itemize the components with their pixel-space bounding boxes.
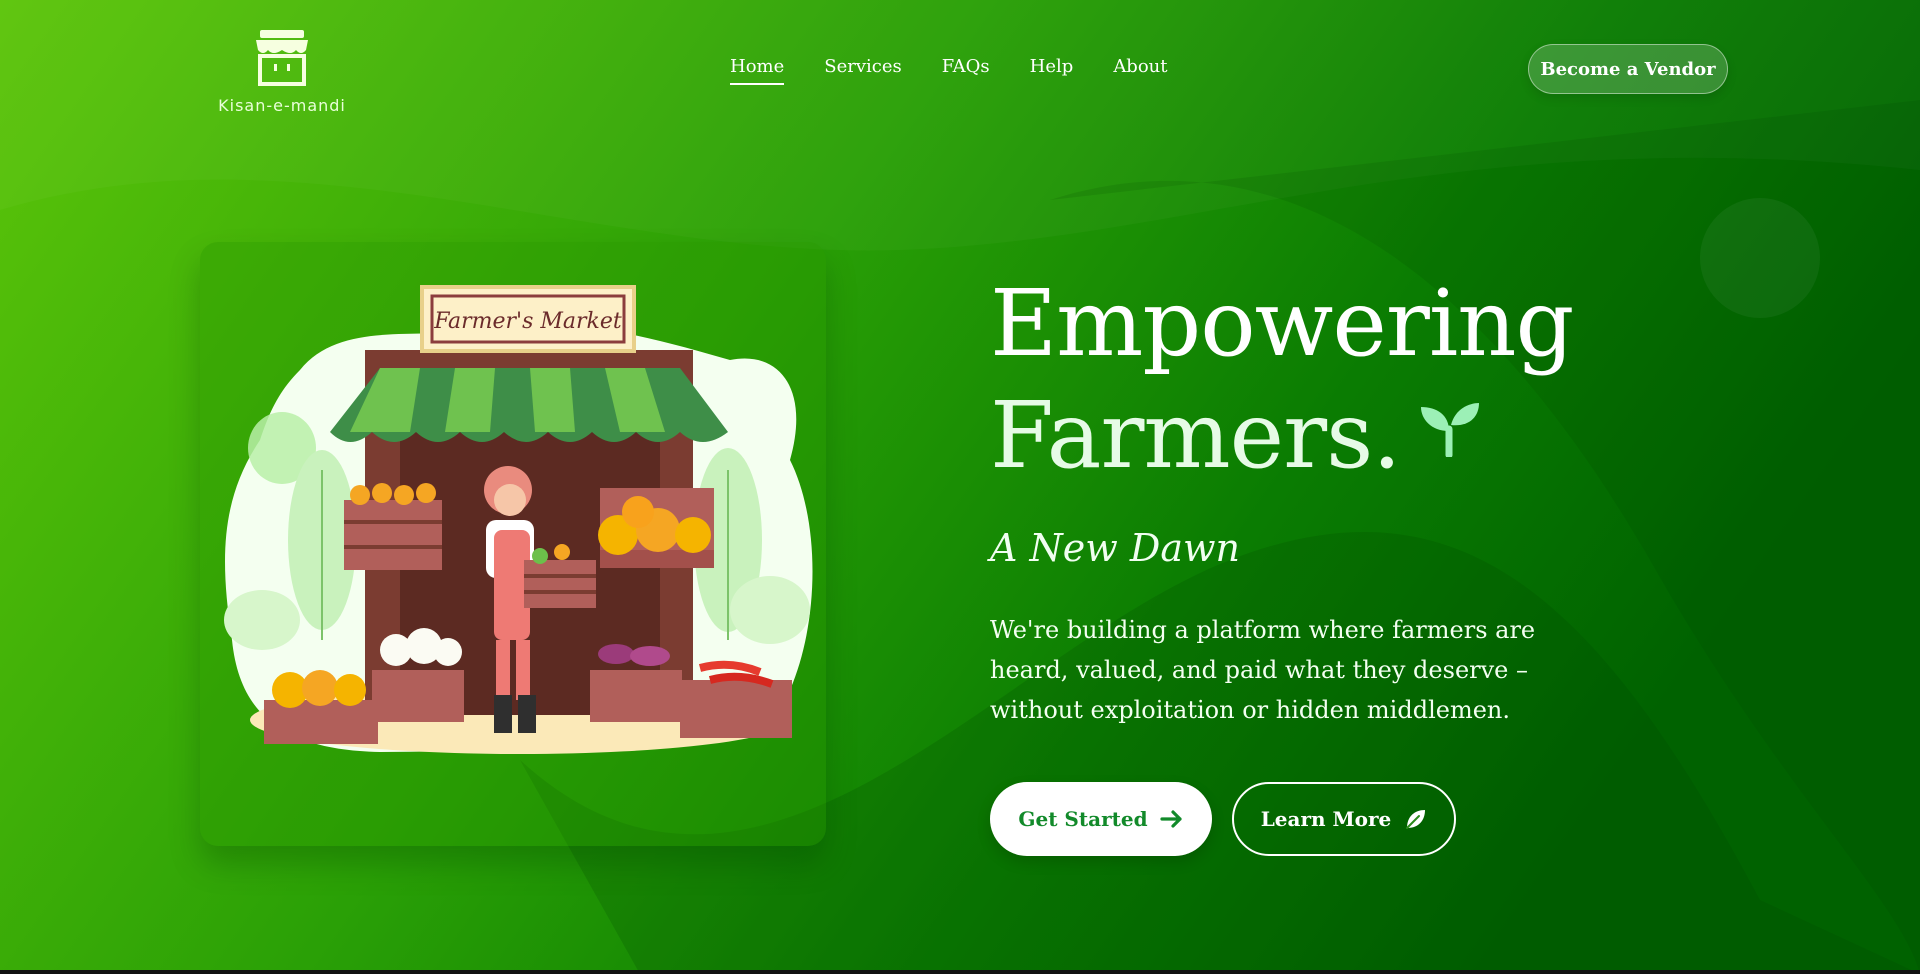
nav-faqs[interactable]: FAQs (942, 56, 990, 85)
sprout-icon (1420, 403, 1479, 457)
get-started-label: Get Started (1018, 807, 1148, 831)
hero-section: Empowering Farmers. A New Dawn We're bui… (990, 268, 1690, 730)
learn-more-button[interactable]: Learn More (1232, 782, 1456, 856)
shop-logo-icon (256, 30, 308, 86)
hero-title: Empowering Farmers. (990, 268, 1690, 492)
hero-tagline: A New Dawn (990, 526, 1240, 570)
market-sign-text: Farmer's Market (433, 309, 622, 334)
arrow-right-icon (1159, 810, 1182, 828)
main-nav: Home Services FAQs Help About (730, 56, 1168, 85)
hero-description: We're building a platform where farmers … (990, 616, 1536, 724)
nav-about[interactable]: About (1113, 56, 1167, 85)
hero-title-line1: Empowering (990, 270, 1574, 377)
nav-services[interactable]: Services (824, 56, 901, 85)
nav-home[interactable]: Home (730, 56, 785, 85)
hero-actions: Get Started Learn More (990, 782, 1456, 856)
learn-more-label: Learn More (1260, 807, 1392, 831)
site-header: Kisan-e-mandi Home Services FAQs Help Ab… (0, 0, 1920, 140)
brand-name: Kisan-e-mandi (218, 96, 346, 115)
get-started-button[interactable]: Get Started (990, 782, 1212, 856)
brand-logo[interactable]: Kisan-e-mandi (208, 28, 356, 115)
become-vendor-button[interactable]: Become a Vendor (1528, 44, 1728, 94)
hero-title-line2-wrap: Farmers. (990, 380, 1690, 492)
leaf-icon (1406, 810, 1426, 829)
nav-help[interactable]: Help (1030, 56, 1074, 85)
hero-title-line2: Farmers. (990, 382, 1402, 489)
